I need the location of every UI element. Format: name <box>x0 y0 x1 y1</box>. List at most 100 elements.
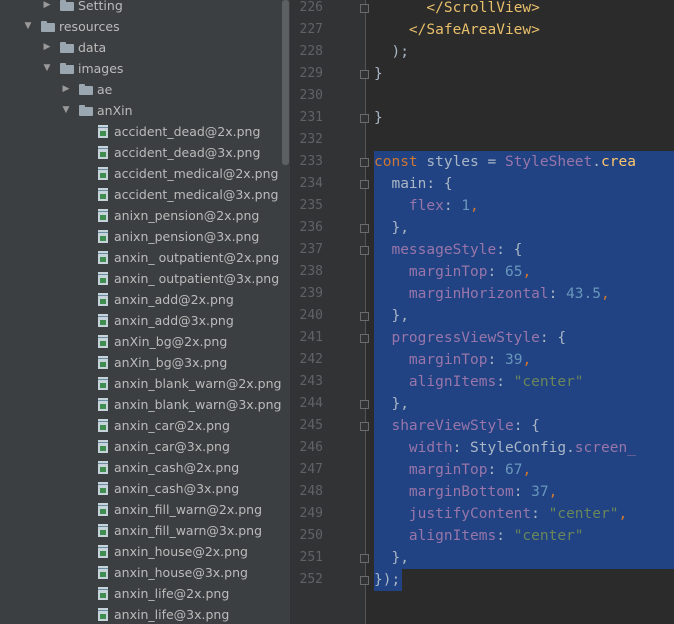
code-token: : { <box>539 330 567 346</box>
line-number: 236 <box>299 220 323 235</box>
image-file-icon <box>98 461 108 474</box>
tree-item-label: anxin_ outpatient@3x.png <box>114 271 280 286</box>
tree-file[interactable]: anxin_fill_warn@3x.png <box>0 520 281 541</box>
fold-marker-icon[interactable] <box>360 70 369 79</box>
tree-file[interactable]: anxin_cash@2x.png <box>0 457 281 478</box>
code-line[interactable]: </ScrollView> <box>374 0 540 19</box>
tree-item-label: accident_dead@2x.png <box>114 124 261 139</box>
tree-scrollbar[interactable] <box>281 0 291 624</box>
tree-file[interactable]: anxin_life@3x.png <box>0 604 281 624</box>
code-token: marginBottom <box>374 484 514 500</box>
collapse-arrow-icon[interactable]: ▶ <box>42 37 52 58</box>
code-token: : <box>496 374 514 390</box>
tree-file[interactable]: anxin_blank_warn@3x.png <box>0 394 281 415</box>
code-token: : <box>487 264 505 280</box>
code-line[interactable]: }, <box>374 217 408 239</box>
tree-file[interactable]: anxin_ outpatient@2x.png <box>0 247 281 268</box>
tree-file[interactable]: anxin_add@3x.png <box>0 310 281 331</box>
fold-marker-icon[interactable] <box>360 4 369 13</box>
tree-file[interactable]: anxin_life@2x.png <box>0 583 281 604</box>
fold-marker-icon[interactable] <box>360 400 369 409</box>
code-token: : <box>496 528 514 544</box>
code-line[interactable]: }); <box>374 569 400 591</box>
tree-file[interactable]: anixn_pension@2x.png <box>0 205 281 226</box>
tree-file[interactable]: accident_dead@2x.png <box>0 121 281 142</box>
tree-item-label: anxin_fill_warn@3x.png <box>114 523 263 538</box>
tree-file[interactable]: anxin_car@3x.png <box>0 436 281 457</box>
fold-marker-icon[interactable] <box>360 334 369 343</box>
code-line[interactable]: messageStyle: { <box>374 239 522 261</box>
code-line[interactable]: width: StyleConfig.screen_ <box>374 437 636 459</box>
tree-file[interactable]: accident_medical@3x.png <box>0 184 281 205</box>
code-token: marginHorizontal <box>374 286 549 302</box>
code-line[interactable]: const styles = StyleSheet.crea <box>374 151 636 173</box>
tree-folder[interactable]: ▶ data <box>0 37 281 58</box>
code-line[interactable]: justifyContent: "center", <box>374 503 627 525</box>
code-line[interactable]: marginBottom: 37, <box>374 481 557 503</box>
code-line[interactable]: }, <box>374 547 408 569</box>
code-line[interactable]: progressViewStyle: { <box>374 327 566 349</box>
code-line[interactable]: marginHorizontal: 43.5, <box>374 283 610 305</box>
code-token: , <box>548 484 558 500</box>
tree-folder[interactable]: ▼ anXin <box>0 100 281 121</box>
tree-file[interactable]: anxin_car@2x.png <box>0 415 281 436</box>
code-line[interactable]: shareViewStyle: { <box>374 415 539 437</box>
code-token: crea <box>601 154 636 170</box>
tree-item-label: anxin_car@3x.png <box>114 439 230 454</box>
code-editor[interactable]: </ScrollView> </SafeAreaView> );}} const … <box>366 0 674 624</box>
tree-file[interactable]: anxin_cash@3x.png <box>0 478 281 499</box>
code-line[interactable]: marginTop: 65, <box>374 261 531 283</box>
tree-file[interactable]: anxin_fill_warn@2x.png <box>0 499 281 520</box>
fold-marker-icon[interactable] <box>360 114 369 123</box>
code-line[interactable]: </SafeAreaView> <box>374 19 540 41</box>
code-token: 39 <box>504 352 523 368</box>
tree-folder[interactable]: ▶ ae <box>0 79 281 100</box>
code-line[interactable]: }, <box>374 305 408 327</box>
tree-file[interactable]: anxin_blank_warn@2x.png <box>0 373 281 394</box>
tree-folder[interactable]: ▼ resources <box>0 16 281 37</box>
tree-scrollbar-thumb[interactable] <box>282 0 289 165</box>
fold-marker-icon[interactable] <box>360 576 369 585</box>
code-line[interactable]: marginTop: 39, <box>374 349 531 371</box>
tree-file[interactable]: anXin_bg@2x.png <box>0 331 281 352</box>
collapse-arrow-icon[interactable]: ▶ <box>42 0 52 16</box>
image-file-icon <box>98 482 108 495</box>
tree-file[interactable]: accident_medical@2x.png <box>0 163 281 184</box>
expand-arrow-icon[interactable]: ▼ <box>23 16 33 37</box>
tree-folder[interactable]: ▼ images <box>0 58 281 79</box>
code-line[interactable]: alignItems: "center" <box>374 525 584 547</box>
code-line[interactable]: } <box>374 107 383 129</box>
fold-marker-icon[interactable] <box>360 158 369 167</box>
tree-item-label: anxin_cash@2x.png <box>114 460 240 475</box>
tree-item-label: Setting <box>78 0 123 13</box>
tree-file[interactable]: anxin_house@3x.png <box>0 562 281 583</box>
line-number: 232 <box>299 132 323 147</box>
code-line[interactable]: main: { <box>374 173 452 195</box>
code-line[interactable]: ); <box>374 41 408 63</box>
fold-marker-icon[interactable] <box>360 554 369 563</box>
fold-marker-icon[interactable] <box>360 224 369 233</box>
expand-arrow-icon[interactable]: ▼ <box>42 58 52 79</box>
tree-folder[interactable]: ▶ Setting <box>0 0 281 16</box>
tree-file[interactable]: anXin_bg@3x.png <box>0 352 281 373</box>
code-line[interactable]: }, <box>374 393 408 415</box>
tree-file[interactable]: anxin_house@2x.png <box>0 541 281 562</box>
tree-file[interactable]: anxin_ outpatient@3x.png <box>0 268 281 289</box>
image-file-icon <box>98 524 108 537</box>
fold-marker-icon[interactable] <box>360 180 369 189</box>
image-file-icon <box>98 566 108 579</box>
expand-arrow-icon[interactable]: ▼ <box>61 100 71 121</box>
tree-file[interactable]: accident_dead@3x.png <box>0 142 281 163</box>
fold-marker-icon[interactable] <box>360 246 369 255</box>
code-token: , <box>470 198 479 214</box>
collapse-arrow-icon[interactable]: ▶ <box>61 79 71 100</box>
code-line[interactable]: marginTop: 67, <box>374 459 531 481</box>
tree-file[interactable]: anxin_add@2x.png <box>0 289 281 310</box>
folder-icon <box>41 21 55 32</box>
code-line[interactable]: flex: 1, <box>374 195 479 217</box>
fold-marker-icon[interactable] <box>360 312 369 321</box>
tree-file[interactable]: anixn_pension@3x.png <box>0 226 281 247</box>
code-line[interactable]: } <box>374 63 383 85</box>
code-line[interactable]: alignItems: "center" <box>374 371 584 393</box>
fold-marker-icon[interactable] <box>360 422 369 431</box>
